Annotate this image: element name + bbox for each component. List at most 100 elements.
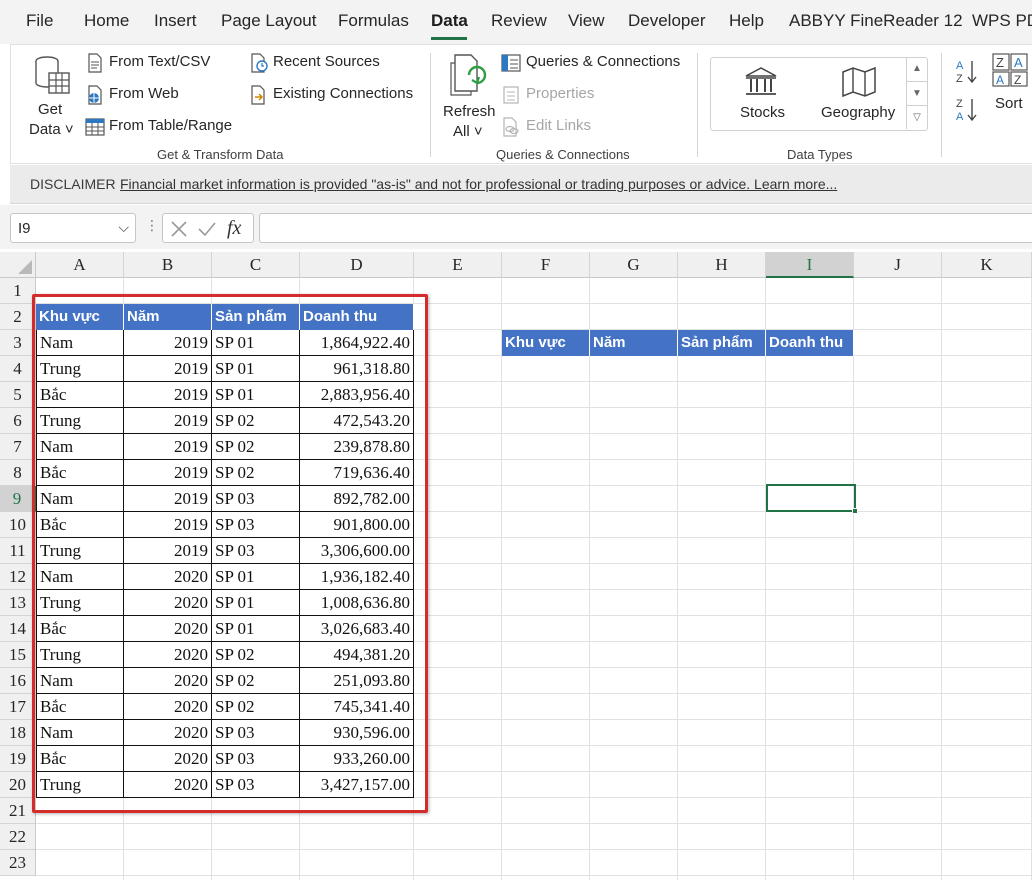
geography-label: Geography (821, 104, 896, 121)
gridline-horizontal (36, 849, 1032, 850)
recent-sources-button[interactable]: Recent Sources (273, 53, 380, 70)
gallery-scroll-down-button[interactable]: ▼ (906, 81, 927, 105)
row-header-12[interactable]: 12 (0, 564, 36, 590)
ribbon-separator (941, 53, 942, 157)
row-header-9[interactable]: 9 (0, 486, 36, 512)
enter-check-icon[interactable] (197, 220, 217, 238)
fill-handle[interactable] (852, 508, 858, 514)
tab-data[interactable]: Data (431, 11, 468, 31)
column-header-d[interactable]: D (300, 252, 414, 278)
ribbon-separator (430, 53, 431, 157)
row-header-16[interactable]: 16 (0, 668, 36, 694)
tab-home[interactable]: Home (84, 11, 129, 31)
row-header-14[interactable]: 14 (0, 616, 36, 642)
row-header-4[interactable]: 4 (0, 356, 36, 382)
chevron-down-icon[interactable]: ⌵ (118, 219, 129, 236)
stocks-button[interactable]: Stocks (721, 64, 801, 126)
sort-label: Sort (995, 95, 1023, 112)
ribbon: Get Data ˅ From Text/CSV From Web From T… (10, 44, 1032, 164)
tab-view[interactable]: View (568, 11, 605, 31)
data-types-gallery: Stocks Geography (710, 57, 928, 131)
row-header-7[interactable]: 7 (0, 434, 36, 460)
tab-formulas[interactable]: Formulas (338, 11, 409, 31)
column-header-g[interactable]: G (590, 252, 678, 278)
row-header-1[interactable]: 1 (0, 278, 36, 304)
row-header-18[interactable]: 18 (0, 720, 36, 746)
sort-a-to-z-button[interactable]: A Z (954, 57, 980, 85)
get-data-button[interactable]: Get Data ˅ (25, 51, 77, 138)
svg-text:A: A (956, 60, 964, 72)
column-header-b[interactable]: B (124, 252, 212, 278)
row-header-23[interactable]: 23 (0, 850, 36, 876)
insert-function-icon[interactable]: fx (227, 217, 241, 240)
gallery-expand-button[interactable]: ▽ (906, 105, 927, 129)
tab-wps-pdf[interactable]: WPS PD (972, 11, 1032, 31)
geography-button[interactable]: Geography (811, 64, 907, 126)
column-header-h[interactable]: H (678, 252, 766, 278)
column-header-i[interactable]: I (766, 252, 854, 278)
row-header-6[interactable]: 6 (0, 408, 36, 434)
active-cell-selection[interactable] (766, 484, 858, 514)
gridline-vertical (853, 278, 854, 880)
name-box[interactable]: I9 ⌵ (10, 213, 136, 243)
row-header-5[interactable]: 5 (0, 382, 36, 408)
row-header-15[interactable]: 15 (0, 642, 36, 668)
row-header-11[interactable]: 11 (0, 538, 36, 564)
from-table-range-button[interactable]: From Table/Range (109, 117, 232, 134)
row-header-3[interactable]: 3 (0, 330, 36, 356)
row-header-17[interactable]: 17 (0, 694, 36, 720)
refresh-icon (450, 54, 487, 96)
properties-button[interactable]: Properties (526, 85, 594, 102)
row-header-19[interactable]: 19 (0, 746, 36, 772)
tab-help[interactable]: Help (729, 11, 764, 31)
group-label-queries: Queries & Connections (496, 147, 630, 162)
edit-links-button[interactable]: Edit Links (526, 117, 591, 134)
sort-z-to-a-button[interactable]: Z A (954, 95, 980, 123)
row-header-2[interactable]: 2 (0, 304, 36, 330)
existing-connections-button[interactable]: Existing Connections (273, 85, 413, 102)
spreadsheet-grid: ABCDEFGHIJK 1 2 3 4 5 6 7 8 9 10 11 12 13 14 15 16 17 18 1… (0, 252, 1032, 880)
properties-icon (503, 86, 519, 104)
row-header-8[interactable]: 8 (0, 460, 36, 486)
active-tab-indicator (431, 37, 467, 40)
svg-text:Z: Z (1014, 73, 1021, 87)
formula-buttons: fx (162, 213, 254, 243)
stocks-label: Stocks (740, 104, 786, 121)
criteria-header-khu-vuc[interactable]: Khu vực (502, 330, 590, 356)
row-header-22[interactable]: 22 (0, 824, 36, 850)
from-web-button[interactable]: From Web (109, 85, 179, 102)
from-text-csv-button[interactable]: From Text/CSV (109, 53, 210, 70)
gallery-scroll-up-button[interactable]: ▲ (906, 57, 927, 81)
column-header-e[interactable]: E (414, 252, 502, 278)
tab-review[interactable]: Review (491, 11, 547, 31)
queries-connections-button[interactable]: Queries & Connections (526, 53, 680, 70)
select-all-button[interactable] (0, 252, 36, 278)
tab-abbyy[interactable]: ABBYY FineReader 12 (789, 11, 963, 31)
row-header-21[interactable]: 21 (0, 798, 36, 824)
more-options-icon: ⋮ (145, 217, 159, 233)
gridline-horizontal (36, 875, 1032, 876)
column-header-k[interactable]: K (942, 252, 1032, 278)
sort-button[interactable]: Z A A Z Sort (990, 51, 1030, 121)
tab-developer[interactable]: Developer (628, 11, 706, 31)
refresh-all-button[interactable]: Refresh All ˅ (439, 51, 497, 140)
svg-text:Z: Z (996, 55, 1004, 70)
row-header-13[interactable]: 13 (0, 590, 36, 616)
criteria-header-nam[interactable]: Năm (590, 330, 678, 356)
tab-insert[interactable]: Insert (154, 11, 197, 31)
row-header-10[interactable]: 10 (0, 512, 36, 538)
row-header-20[interactable]: 20 (0, 772, 36, 798)
criteria-header-doanh-thu[interactable]: Doanh thu (766, 330, 854, 356)
column-header-a[interactable]: A (36, 252, 124, 278)
column-header-f[interactable]: F (502, 252, 590, 278)
column-header-j[interactable]: J (854, 252, 942, 278)
cancel-icon[interactable] (170, 220, 188, 238)
tab-file[interactable]: File (26, 11, 53, 31)
svg-text:Z: Z (956, 98, 963, 110)
tab-page-layout[interactable]: Page Layout (221, 11, 316, 31)
formula-input[interactable] (259, 213, 1032, 243)
gridline-vertical (941, 278, 942, 880)
column-header-c[interactable]: C (212, 252, 300, 278)
criteria-header-san-pham[interactable]: Sản phẩm (678, 330, 766, 356)
disclaimer-link[interactable]: Financial market information is provided… (120, 176, 837, 192)
